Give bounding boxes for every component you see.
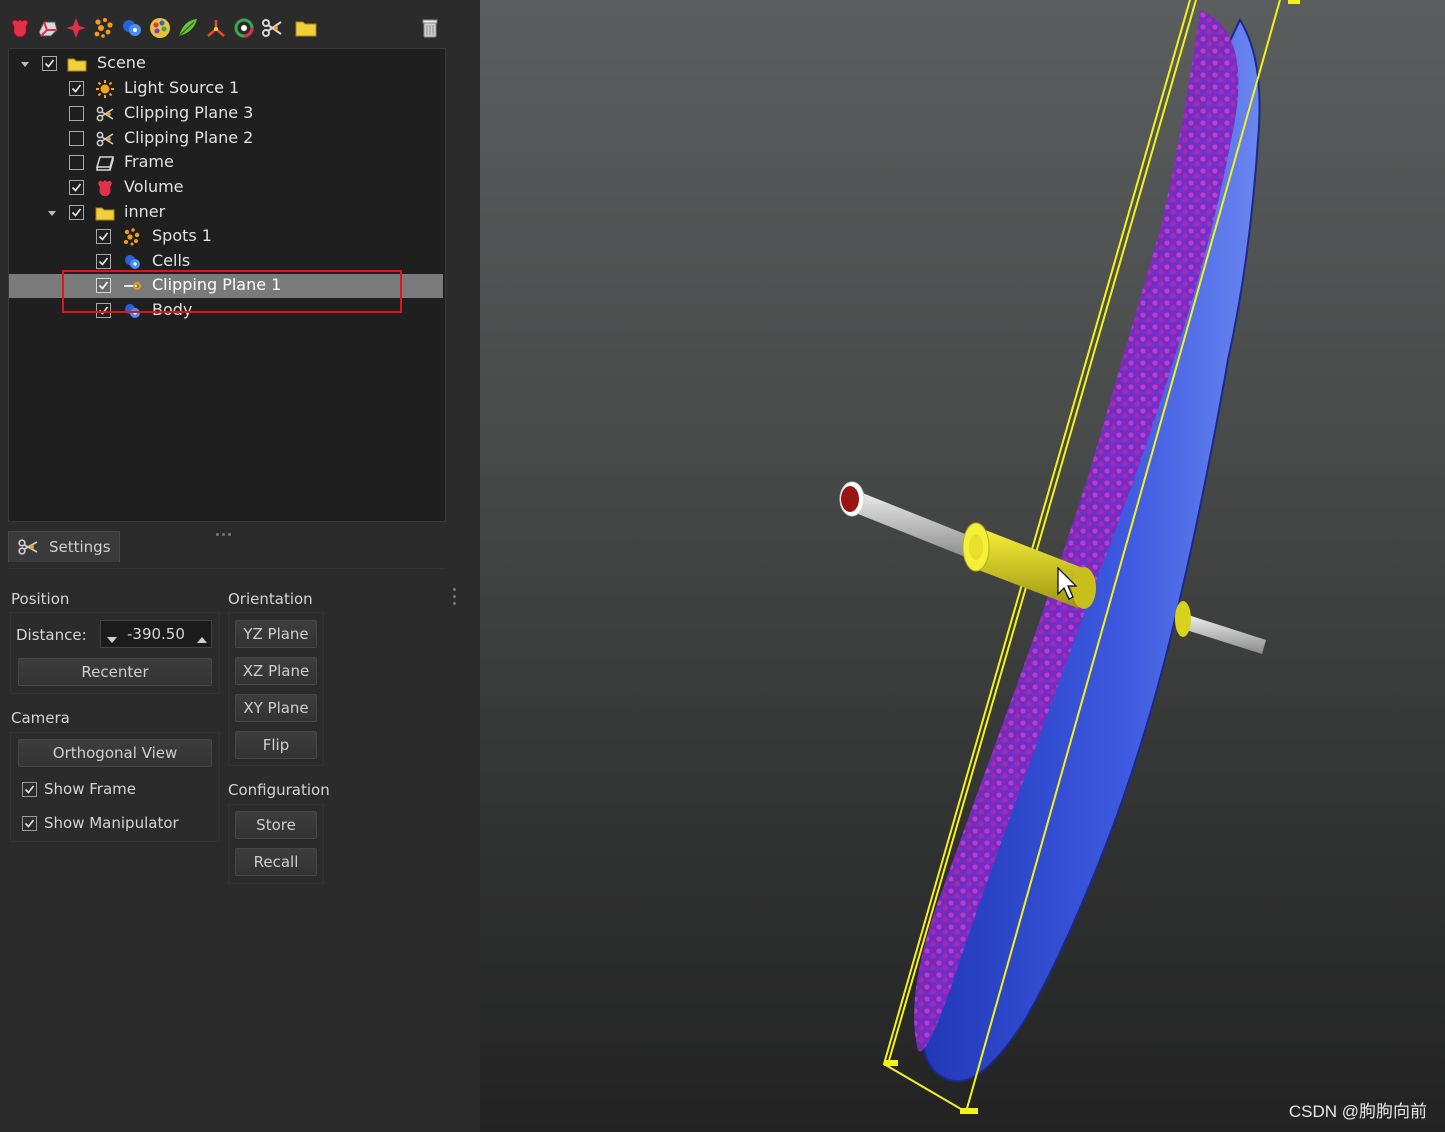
tree-item-frame[interactable]: Frame <box>9 151 443 175</box>
clipping-icon[interactable] <box>64 16 88 40</box>
left-panel: Scene Light Source 1 Clipping Plane 3 Cl… <box>0 0 480 1132</box>
clipping-plane-2-checkbox[interactable] <box>69 131 84 146</box>
spots-icon <box>122 227 142 247</box>
light-source-checkbox[interactable] <box>69 81 84 96</box>
volume-icon[interactable] <box>8 16 32 40</box>
surface-icon[interactable] <box>36 16 60 40</box>
clipping-plane-3-checkbox[interactable] <box>69 106 84 121</box>
show-manipulator-label: Show Manipulator <box>44 814 179 832</box>
tree-item-label: Frame <box>124 152 174 171</box>
show-manipulator-checkbox[interactable] <box>22 816 37 831</box>
recenter-button[interactable]: Recenter <box>18 658 212 686</box>
tree-item-label: Clipping Plane 3 <box>124 103 254 122</box>
settings-tab-label: Settings <box>49 538 111 556</box>
show-frame-label: Show Frame <box>44 780 136 798</box>
tab-settings[interactable]: Settings <box>8 531 120 562</box>
tree-item-light-source[interactable]: Light Source 1 <box>9 77 443 101</box>
xz-plane-button[interactable]: XZ Plane <box>235 657 317 685</box>
position-section-label: Position <box>11 590 70 608</box>
xy-plane-button[interactable]: XY Plane <box>235 694 317 722</box>
spin-down-icon[interactable] <box>107 630 117 643</box>
clipping-plane-1-checkbox[interactable] <box>96 278 111 293</box>
panel-splitter-handle[interactable] <box>216 522 238 536</box>
tree-item-label: Clipping Plane 2 <box>124 128 254 147</box>
tree-item-label: Light Source 1 <box>124 78 240 97</box>
body-checkbox[interactable] <box>96 303 111 318</box>
distance-label: Distance: <box>16 626 87 644</box>
tree-item-label: Scene <box>97 53 146 72</box>
tree-item-cells[interactable]: Cells <box>9 250 443 274</box>
scene-checkbox[interactable] <box>42 56 57 71</box>
frame-checkbox[interactable] <box>69 155 84 170</box>
store-button[interactable]: Store <box>235 811 317 839</box>
configuration-section-label: Configuration <box>228 781 330 799</box>
group-folder-icon[interactable] <box>294 16 318 40</box>
yz-plane-button[interactable]: YZ Plane <box>235 620 317 648</box>
tree-item-label: Volume <box>124 177 184 196</box>
folder-icon <box>95 203 115 223</box>
tree-item-clipping-plane-3[interactable]: Clipping Plane 3 <box>9 102 443 126</box>
tree-item-label: Clipping Plane 1 <box>152 275 282 294</box>
frame-icon <box>95 153 115 173</box>
distance-value[interactable]: -390.50 <box>127 625 185 643</box>
spots-checkbox[interactable] <box>96 229 111 244</box>
tree-item-label: Body <box>152 300 193 319</box>
orthogonal-view-button[interactable]: Orthogonal View <box>18 739 212 767</box>
camera-section-label: Camera <box>11 709 70 727</box>
tree-item-volume[interactable]: Volume <box>9 176 443 200</box>
tree-item-label: Cells <box>152 251 191 270</box>
watermark-text: CSDN @朐朐向前 <box>1288 1102 1427 1121</box>
caret-down-icon[interactable] <box>19 58 31 70</box>
volume-checkbox[interactable] <box>69 180 84 195</box>
orientation-section-label: Orientation <box>228 590 313 608</box>
tree-item-label: inner <box>124 202 166 221</box>
folder-icon <box>67 54 87 74</box>
tree-item-scene[interactable]: Scene <box>9 52 443 76</box>
reference-frame-icon[interactable] <box>232 16 256 40</box>
tree-item-clipping-plane-2[interactable]: Clipping Plane 2 <box>9 127 443 151</box>
object-toolbar <box>6 12 446 46</box>
cells-icon[interactable] <box>120 16 144 40</box>
more-options-icon[interactable] <box>452 588 458 610</box>
volume-icon <box>95 178 115 198</box>
tree-item-inner[interactable]: inner <box>9 201 443 225</box>
clipping-plane-icon <box>17 537 39 557</box>
measurement-icon[interactable] <box>204 16 228 40</box>
colors-icon[interactable] <box>148 16 172 40</box>
clipping-plane-icon <box>95 104 115 124</box>
spots-icon[interactable] <box>92 16 116 40</box>
distance-spinbox[interactable]: -390.50 <box>100 620 212 648</box>
cells-checkbox[interactable] <box>96 254 111 269</box>
tree-item-label: Spots 1 <box>152 226 212 245</box>
caret-down-icon[interactable] <box>46 207 58 219</box>
clipping-plane-icon <box>95 129 115 149</box>
show-frame-checkbox[interactable] <box>22 782 37 797</box>
tree-item-spots[interactable]: Spots 1 <box>9 225 443 249</box>
clipping-plane-icon <box>122 276 142 296</box>
spin-up-icon[interactable] <box>197 630 207 643</box>
tree-item-clipping-plane-1[interactable]: Clipping Plane 1 <box>9 274 443 298</box>
trash-icon[interactable] <box>418 16 442 40</box>
surface-icon <box>122 301 142 321</box>
tree-item-body[interactable]: Body <box>9 299 443 323</box>
flip-button[interactable]: Flip <box>235 731 317 759</box>
inner-checkbox[interactable] <box>69 205 84 220</box>
clipping-plane-icon[interactable] <box>260 16 284 40</box>
filament-icon[interactable] <box>176 16 200 40</box>
light-source-icon <box>95 79 115 99</box>
3d-scene[interactable] <box>480 0 1445 1132</box>
scene-tree: Scene Light Source 1 Clipping Plane 3 Cl… <box>8 48 446 522</box>
recall-button[interactable]: Recall <box>235 848 317 876</box>
3d-viewport[interactable]: CSDN @朐朐向前 <box>480 0 1445 1132</box>
cells-icon <box>122 252 142 272</box>
